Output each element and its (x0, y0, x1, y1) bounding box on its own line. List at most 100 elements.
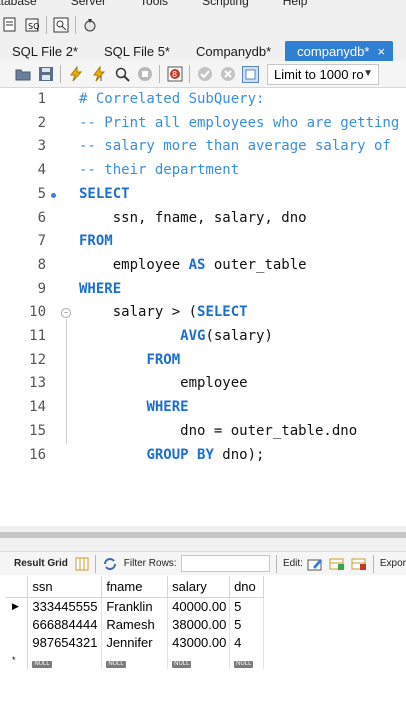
new-sql-tab-icon[interactable] (2, 17, 18, 33)
column-header-dno[interactable]: dno (229, 576, 264, 598)
refresh-icon[interactable] (102, 555, 117, 572)
tab-sql-file-2[interactable]: SQL File 2* (0, 41, 92, 61)
cell-dno[interactable]: 5 (229, 597, 264, 615)
commit-icon[interactable] (196, 66, 213, 83)
menu-database[interactable]: atabase (0, 0, 37, 9)
fold-toggle-icon[interactable]: − (61, 308, 71, 319)
save-icon[interactable] (37, 66, 54, 83)
code-line[interactable]: ssn, fname, salary, dno (79, 210, 307, 226)
line-number: 10 (29, 304, 46, 321)
toggle-error-icon[interactable]: 8 (166, 66, 183, 83)
code-line[interactable]: WHERE (79, 281, 121, 297)
tab-sql-file-5[interactable]: SQL File 5* (92, 41, 184, 61)
svg-text:I: I (100, 75, 102, 82)
cell-salary[interactable]: 40000.00 (167, 597, 231, 615)
export-label[interactable]: Expor (380, 558, 406, 569)
null-badge: NULL (234, 660, 254, 668)
column-header-fname[interactable]: fname (101, 576, 169, 598)
result-toolbar: Result Grid Filter Rows: Edit: Expor (0, 551, 406, 575)
create-schema-icon[interactable] (82, 17, 98, 33)
column-header-salary[interactable]: salary (167, 576, 231, 598)
menu-tools[interactable]: Tools (140, 0, 168, 9)
toolbar-separator (189, 65, 190, 83)
new-row[interactable]: * NULL NULL NULL NULL (6, 651, 264, 669)
code-line[interactable]: AVG(salary) (79, 328, 273, 344)
line-number: 7 (37, 233, 46, 250)
grid-header-row: ssn fname salary dno (6, 576, 264, 598)
null-badge: NULL (106, 660, 126, 668)
row-indicator (6, 615, 29, 633)
edit-label: Edit: (282, 558, 303, 569)
explain-icon[interactable] (113, 66, 130, 83)
table-row[interactable]: 987654321 Jennifer 43000.00 4 (6, 633, 264, 651)
null-badge: NULL (32, 660, 52, 668)
line-number: 3 (37, 138, 46, 155)
editor-toolbar: I 8 Limit to 1000 ro ▼ (0, 61, 406, 88)
panel-splitter-area (0, 526, 406, 554)
tab-label: companydb* (297, 43, 370, 59)
sql-editor[interactable]: 1 # Correlated SubQuery: 2 -- Print all emp… (0, 88, 406, 526)
grid-view-icon[interactable] (74, 555, 89, 572)
new-row-marker: * (6, 651, 29, 669)
code-line[interactable]: SELECT (79, 186, 130, 202)
panel-splitter[interactable] (0, 532, 406, 538)
cell-fname[interactable]: NULL (101, 651, 169, 669)
code-line[interactable]: # Correlated SubQuery: (79, 91, 264, 107)
line-number: 2 (37, 114, 46, 131)
filter-rows-input[interactable] (180, 555, 271, 572)
menu-server[interactable]: Server (71, 0, 106, 9)
close-tab-icon[interactable]: × (377, 44, 385, 59)
cell-fname[interactable]: Ramesh (101, 615, 169, 633)
result-grid-label[interactable]: Result Grid (14, 558, 68, 569)
cell-salary[interactable]: NULL (167, 651, 231, 669)
menu-help[interactable]: Help (283, 0, 308, 9)
rollback-icon[interactable] (219, 66, 236, 83)
cell-ssn[interactable]: NULL (27, 651, 103, 669)
cell-salary[interactable]: 38000.00 (167, 615, 231, 633)
cell-salary[interactable]: 43000.00 (167, 633, 231, 651)
code-line[interactable]: FROM (79, 233, 113, 249)
code-line[interactable]: -- their department (79, 162, 239, 178)
cell-fname[interactable]: Jennifer (101, 633, 169, 651)
edit-row-icon[interactable] (307, 555, 323, 572)
code-line[interactable]: GROUP BY dno); (79, 447, 264, 463)
limit-rows-select[interactable]: Limit to 1000 ro ▼ (267, 63, 379, 85)
limit-rows-value: Limit to 1000 ro (274, 66, 364, 82)
code-line[interactable]: salary > (SELECT (79, 304, 248, 320)
table-row[interactable]: ▶ 333445555 Franklin 40000.00 5 (6, 597, 264, 615)
cell-fname[interactable]: Franklin (101, 597, 169, 615)
stop-icon[interactable] (136, 66, 153, 83)
code-line[interactable]: employee AS outer_table (79, 257, 307, 273)
result-grid: ssn fname salary dno ▶ 333445555 Frankli… (6, 576, 264, 669)
toggle-output-icon[interactable] (242, 65, 259, 83)
toolbar-separator (372, 554, 374, 573)
code-line[interactable]: FROM (79, 352, 180, 368)
cell-dno[interactable]: NULL (229, 651, 264, 669)
code-line[interactable]: employee (79, 375, 247, 391)
line-number: 12 (29, 351, 46, 368)
cell-dno[interactable]: 5 (229, 615, 264, 633)
execute-icon[interactable] (67, 66, 84, 83)
cell-ssn[interactable]: 987654321 (27, 633, 103, 651)
tab-companydb-upper[interactable]: Companydb* (184, 41, 285, 61)
insert-row-icon[interactable] (329, 555, 345, 572)
menu-scripting[interactable]: Scripting (202, 0, 249, 9)
table-row[interactable]: 666884444 Ramesh 38000.00 5 (6, 615, 264, 633)
open-sql-script-icon[interactable]: SQL (24, 17, 40, 33)
code-line[interactable]: -- salary more than average salary of (79, 138, 391, 154)
cell-ssn[interactable]: 333445555 (27, 597, 103, 615)
execute-current-icon[interactable]: I (90, 66, 107, 83)
code-line[interactable]: -- Print all employees who are getting (79, 115, 399, 131)
toolbar-separator (159, 65, 160, 83)
inspector-icon[interactable] (53, 17, 69, 33)
code-line[interactable]: dno = outer_table.dno (79, 423, 357, 439)
cell-dno[interactable]: 4 (229, 633, 264, 651)
statement-marker-icon (51, 192, 56, 198)
delete-row-icon[interactable] (351, 555, 367, 572)
fold-guide-line (66, 319, 67, 444)
cell-ssn[interactable]: 666884444 (27, 615, 103, 633)
tab-companydb[interactable]: companydb* × (285, 41, 394, 61)
column-header-ssn[interactable]: ssn (27, 576, 103, 598)
open-file-icon[interactable] (14, 66, 31, 83)
code-line[interactable]: WHERE (79, 399, 188, 415)
